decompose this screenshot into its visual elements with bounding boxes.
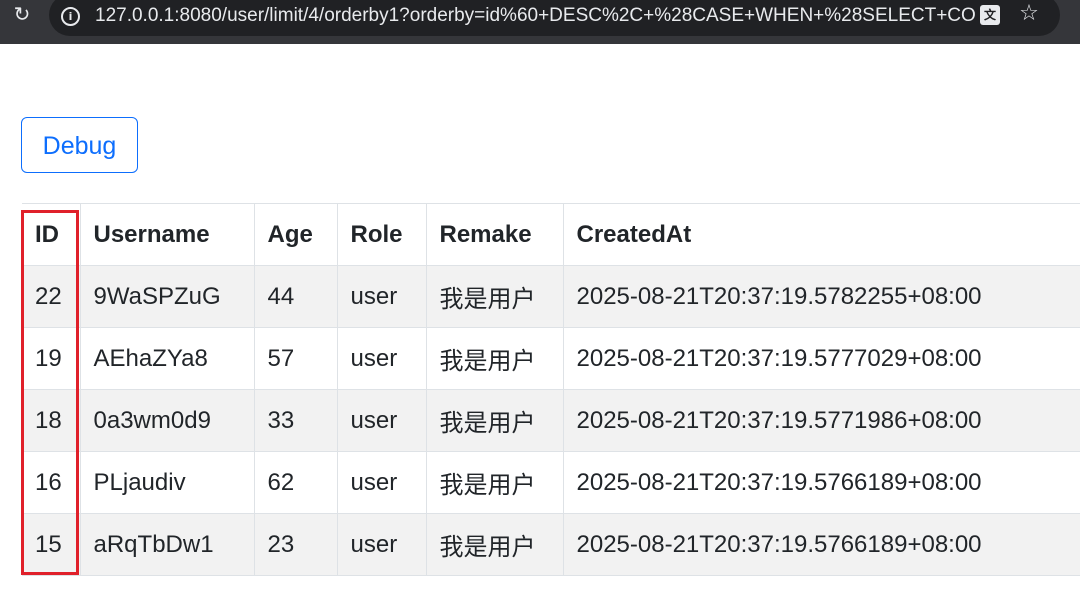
reload-icon[interactable]: ↻ (10, 3, 34, 27)
table-row: 18 0a3wm0d9 33 user 我是用户 2025-08-21T20:3… (22, 389, 1080, 452)
cell-id: 22 (22, 265, 80, 328)
cell-username: PLjaudiv (79, 451, 254, 514)
table-row: 22 9WaSPZuG 44 user 我是用户 2025-08-21T20:3… (22, 265, 1080, 328)
browser-toolbar: ↻ i 127.0.0.1:8080/user/limit/4/orderby1… (0, 0, 1080, 44)
column-header-remake: Remake (425, 203, 563, 266)
cell-remake: 我是用户 (425, 265, 563, 328)
cell-username: 0a3wm0d9 (79, 389, 254, 452)
cell-age: 33 (253, 389, 337, 452)
cell-age: 44 (253, 265, 337, 328)
cell-createdat: 2025-08-21T20:37:19.5771986+08:00 (562, 389, 1080, 452)
debug-button[interactable]: Debug (21, 117, 138, 173)
cell-role: user (336, 327, 426, 390)
cell-remake: 我是用户 (425, 327, 563, 390)
cell-id: 18 (22, 389, 80, 452)
cell-username: AEhaZYa8 (79, 327, 254, 390)
cell-age: 62 (253, 451, 337, 514)
column-header-createdat: CreatedAt (562, 203, 1080, 266)
table-header-row: ID Username Age Role Remake CreatedAt (22, 203, 1080, 266)
cell-remake: 我是用户 (425, 389, 563, 452)
star-icon[interactable]: ☆ (1017, 2, 1041, 26)
cell-createdat: 2025-08-21T20:37:19.5766189+08:00 (562, 513, 1080, 576)
cell-createdat: 2025-08-21T20:37:19.5766189+08:00 (562, 451, 1080, 514)
cell-remake: 我是用户 (425, 451, 563, 514)
table-row: 19 AEhaZYa8 57 user 我是用户 2025-08-21T20:3… (22, 327, 1080, 390)
cell-role: user (336, 265, 426, 328)
cell-role: user (336, 389, 426, 452)
cell-id: 16 (22, 451, 80, 514)
table-row: 16 PLjaudiv 62 user 我是用户 2025-08-21T20:3… (22, 451, 1080, 514)
column-header-username: Username (79, 203, 254, 266)
cell-id: 15 (22, 513, 80, 576)
cell-username: 9WaSPZuG (79, 265, 254, 328)
cell-role: user (336, 513, 426, 576)
cell-age: 23 (253, 513, 337, 576)
cell-age: 57 (253, 327, 337, 390)
cell-createdat: 2025-08-21T20:37:19.5782255+08:00 (562, 265, 1080, 328)
cell-role: user (336, 451, 426, 514)
column-header-age: Age (253, 203, 337, 266)
column-header-id: ID (22, 203, 80, 266)
cell-username: aRqTbDw1 (79, 513, 254, 576)
info-icon[interactable]: i (61, 7, 80, 26)
cell-createdat: 2025-08-21T20:37:19.5777029+08:00 (562, 327, 1080, 390)
cell-remake: 我是用户 (425, 513, 563, 576)
cell-id: 19 (22, 327, 80, 390)
table-row: 15 aRqTbDw1 23 user 我是用户 2025-08-21T20:3… (22, 513, 1080, 576)
column-header-role: Role (336, 203, 426, 266)
url-text[interactable]: 127.0.0.1:8080/user/limit/4/orderby1?ord… (95, 4, 975, 28)
translate-icon[interactable]: 文 (980, 5, 1000, 25)
address-bar[interactable]: i 127.0.0.1:8080/user/limit/4/orderby1?o… (49, 0, 1060, 36)
users-table: ID Username Age Role Remake CreatedAt 22… (22, 203, 1080, 576)
